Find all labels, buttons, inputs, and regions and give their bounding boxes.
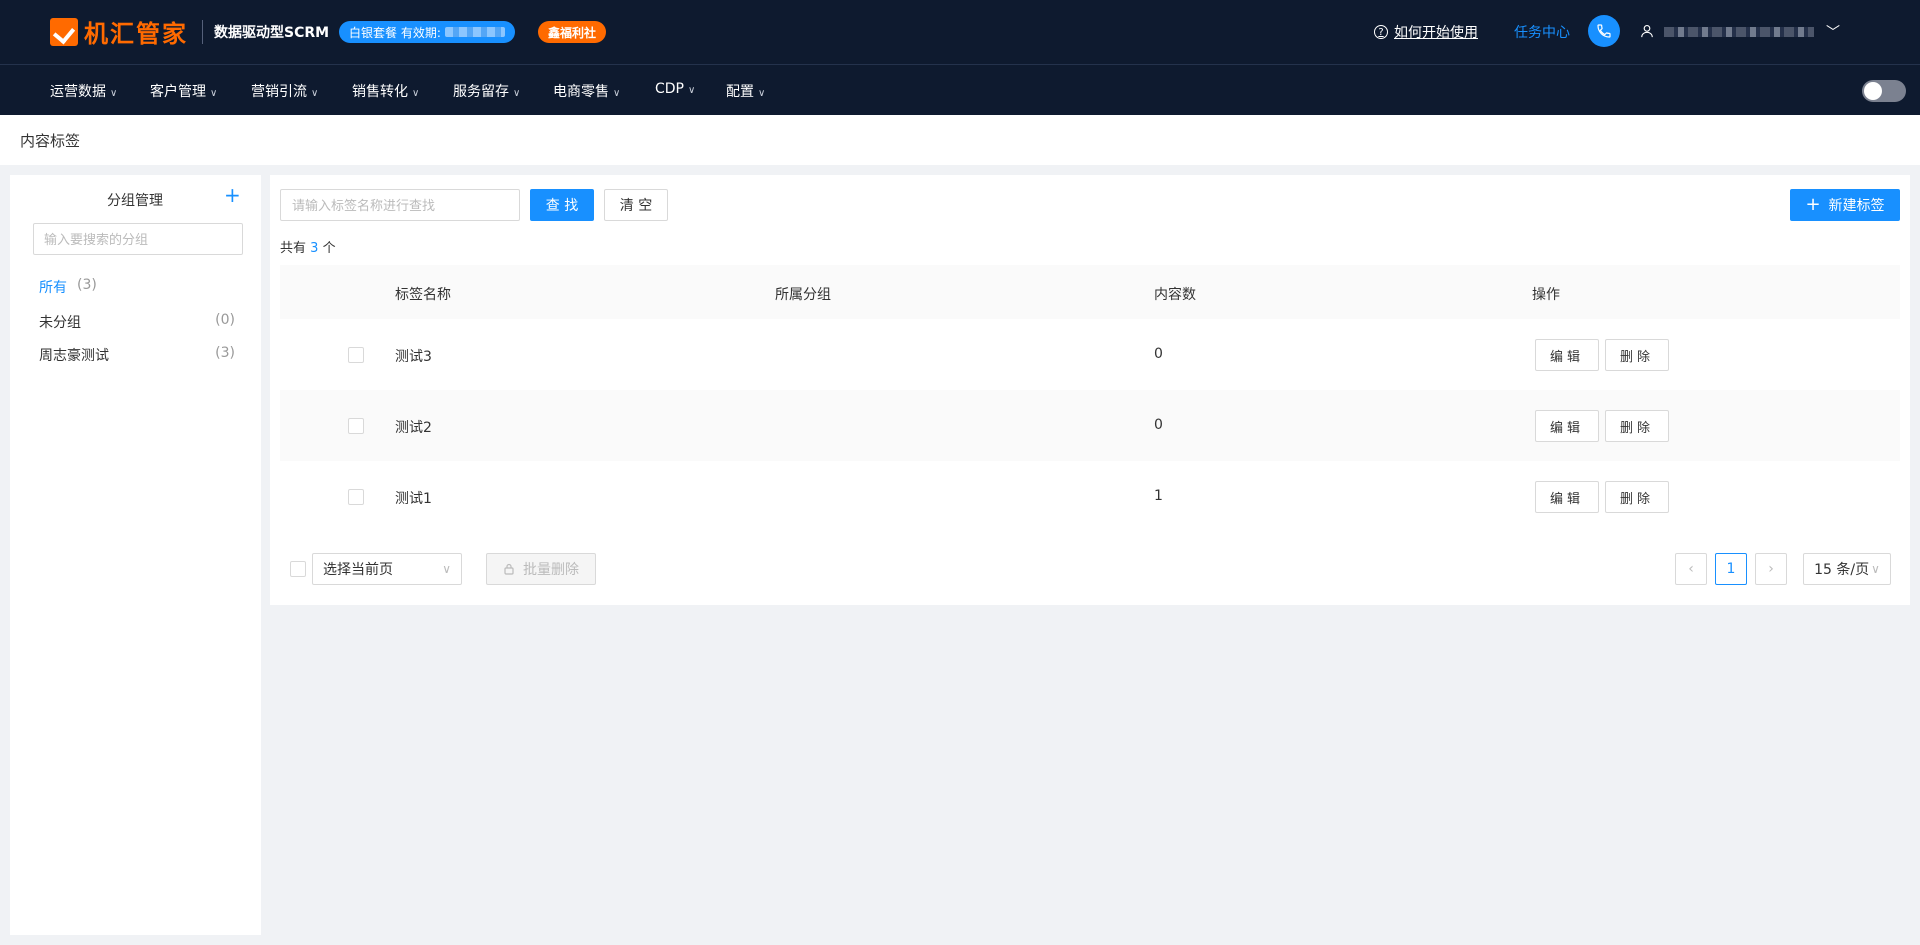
tag-list-panel: 查 找 清 空 + 新建标签 共有 3 个 标签名称 所属分组 内容数 操作 测… [270,175,1910,605]
group-item-all[interactable]: 所有 (3) [39,277,235,297]
page-size-dropdown[interactable]: 15 条/页 ∨ [1803,553,1891,585]
phone-icon [1597,24,1611,38]
nav-item-ecommerce[interactable]: 电商零售 ∨ [553,81,620,101]
plan-expiry-redacted [444,27,505,37]
delete-button[interactable]: 删除 [1605,410,1669,442]
chevron-down-icon: ∨ [110,88,118,99]
chevron-down-icon: ∨ [311,88,319,99]
theme-toggle[interactable] [1862,80,1906,102]
chevron-down-icon: ∨ [513,88,521,99]
nav-item-customers[interactable]: 客户管理 ∨ [150,81,217,101]
chevron-down-icon: ∨ [613,88,621,99]
table-header: 标签名称 所属分组 内容数 操作 [280,265,1900,319]
tag-name: 测试2 [395,420,432,436]
tag-content-count: 0 [1154,417,1163,433]
page-header: 内容标签 [0,115,1920,165]
table-row: 测试1 1 编辑 删除 [280,461,1900,532]
next-page-button[interactable]: › [1755,553,1787,585]
group-item-ungrouped[interactable]: 未分组 (0) [39,312,235,332]
chevron-down-icon: ∨ [688,85,696,96]
plus-icon: + [1805,194,1821,215]
product-subtitle: 数据驱动型SCRM [214,25,330,41]
lock-icon [504,563,514,575]
chevron-down-icon: ∨ [1871,562,1880,576]
nav-item-marketing[interactable]: 营销引流 ∨ [251,81,318,101]
row-checkbox[interactable] [348,347,364,363]
column-header-actions: 操作 [1532,287,1560,303]
group-panel-title: 分组管理 [107,193,163,209]
group-search-input[interactable] [33,223,243,255]
top-header: 机汇管家 数据驱动型SCRM 白银套餐 有效期: 鑫福利社 ? 如何开始使用 任… [0,0,1920,64]
tag-search-input[interactable] [280,189,520,221]
prev-page-button[interactable]: ‹ [1675,553,1707,585]
tag-name: 测试3 [395,349,432,365]
total-count: 共有 3 个 [280,241,336,256]
column-header-name: 标签名称 [395,287,451,303]
nav-item-cdp[interactable]: CDP ∨ [655,81,695,97]
chevron-down-icon: ∨ [210,88,218,99]
chevron-down-icon: ∨ [412,88,420,99]
chevron-left-icon: ‹ [1688,561,1694,577]
user-icon [1641,25,1653,38]
task-center-link[interactable]: 任务中心 [1514,22,1570,42]
brand-logo[interactable]: 机汇管家 [50,14,188,49]
column-header-count: 内容数 [1154,287,1196,303]
tag-content-count: 1 [1154,488,1163,504]
row-checkbox[interactable] [348,418,364,434]
select-scope-dropdown[interactable]: 选择当前页 ∨ [312,553,462,585]
help-link[interactable]: ? 如何开始使用 [1374,22,1478,42]
question-icon: ? [1374,25,1388,39]
group-panel: 分组管理 + 所有 (3) 未分组 (0) 周志豪测试 (3) [10,175,261,935]
select-all-checkbox[interactable] [290,561,306,577]
batch-delete-button[interactable]: 批量删除 [486,553,596,585]
nav-item-service[interactable]: 服务留存 ∨ [453,81,520,101]
search-button[interactable]: 查 找 [530,189,594,221]
delete-button[interactable]: 删除 [1605,481,1669,513]
plan-badge: 白银套餐 有效期: [339,21,515,43]
table-row: 测试2 0 编辑 删除 [280,390,1900,461]
tag-content-count: 0 [1154,346,1163,362]
chevron-right-icon: › [1768,561,1774,577]
main-nav: 运营数据 ∨ 客户管理 ∨ 营销引流 ∨ 销售转化 ∨ 服务留存 ∨ 电商零售 ∨ CDP ∨… [0,64,1920,115]
header-divider [202,20,203,44]
brand-name: 机汇管家 [84,20,188,48]
page-number-button[interactable]: 1 [1715,553,1747,585]
chevron-down-icon: ∨ [442,562,451,576]
new-tag-button[interactable]: + 新建标签 [1790,189,1900,221]
help-link-label: 如何开始使用 [1394,25,1478,41]
edit-button[interactable]: 编辑 [1535,339,1599,371]
page-title: 内容标签 [20,132,81,150]
group-item-test[interactable]: 周志豪测试 (3) [39,345,235,365]
brand-check-icon [50,17,78,46]
clear-button[interactable]: 清 空 [604,189,668,221]
column-header-group: 所属分组 [775,287,831,303]
tag-table: 标签名称 所属分组 内容数 操作 测试3 0 编辑 删除 测试2 0 编辑 删除… [280,265,1900,532]
nav-item-sales[interactable]: 销售转化 ∨ [352,81,419,101]
nav-item-config[interactable]: 配置 ∨ [726,81,765,101]
table-row: 测试3 0 编辑 删除 [280,319,1900,390]
welfare-badge[interactable]: 鑫福利社 [538,21,607,43]
chevron-down-icon: ∨ [758,88,766,99]
row-checkbox[interactable] [348,489,364,505]
edit-button[interactable]: 编辑 [1535,481,1599,513]
delete-button[interactable]: 删除 [1605,339,1669,371]
nav-item-operations[interactable]: 运营数据 ∨ [50,81,117,101]
chevron-down-icon[interactable]: ﹀ [1826,22,1840,42]
edit-button[interactable]: 编辑 [1535,410,1599,442]
plan-badge-label: 白银套餐 有效期: [349,25,441,40]
new-tag-label: 新建标签 [1828,198,1885,214]
tag-name: 测试1 [395,491,432,507]
add-group-icon[interactable]: + [224,185,241,205]
phone-button[interactable] [1588,15,1620,47]
user-name-redacted[interactable] [1664,27,1814,37]
